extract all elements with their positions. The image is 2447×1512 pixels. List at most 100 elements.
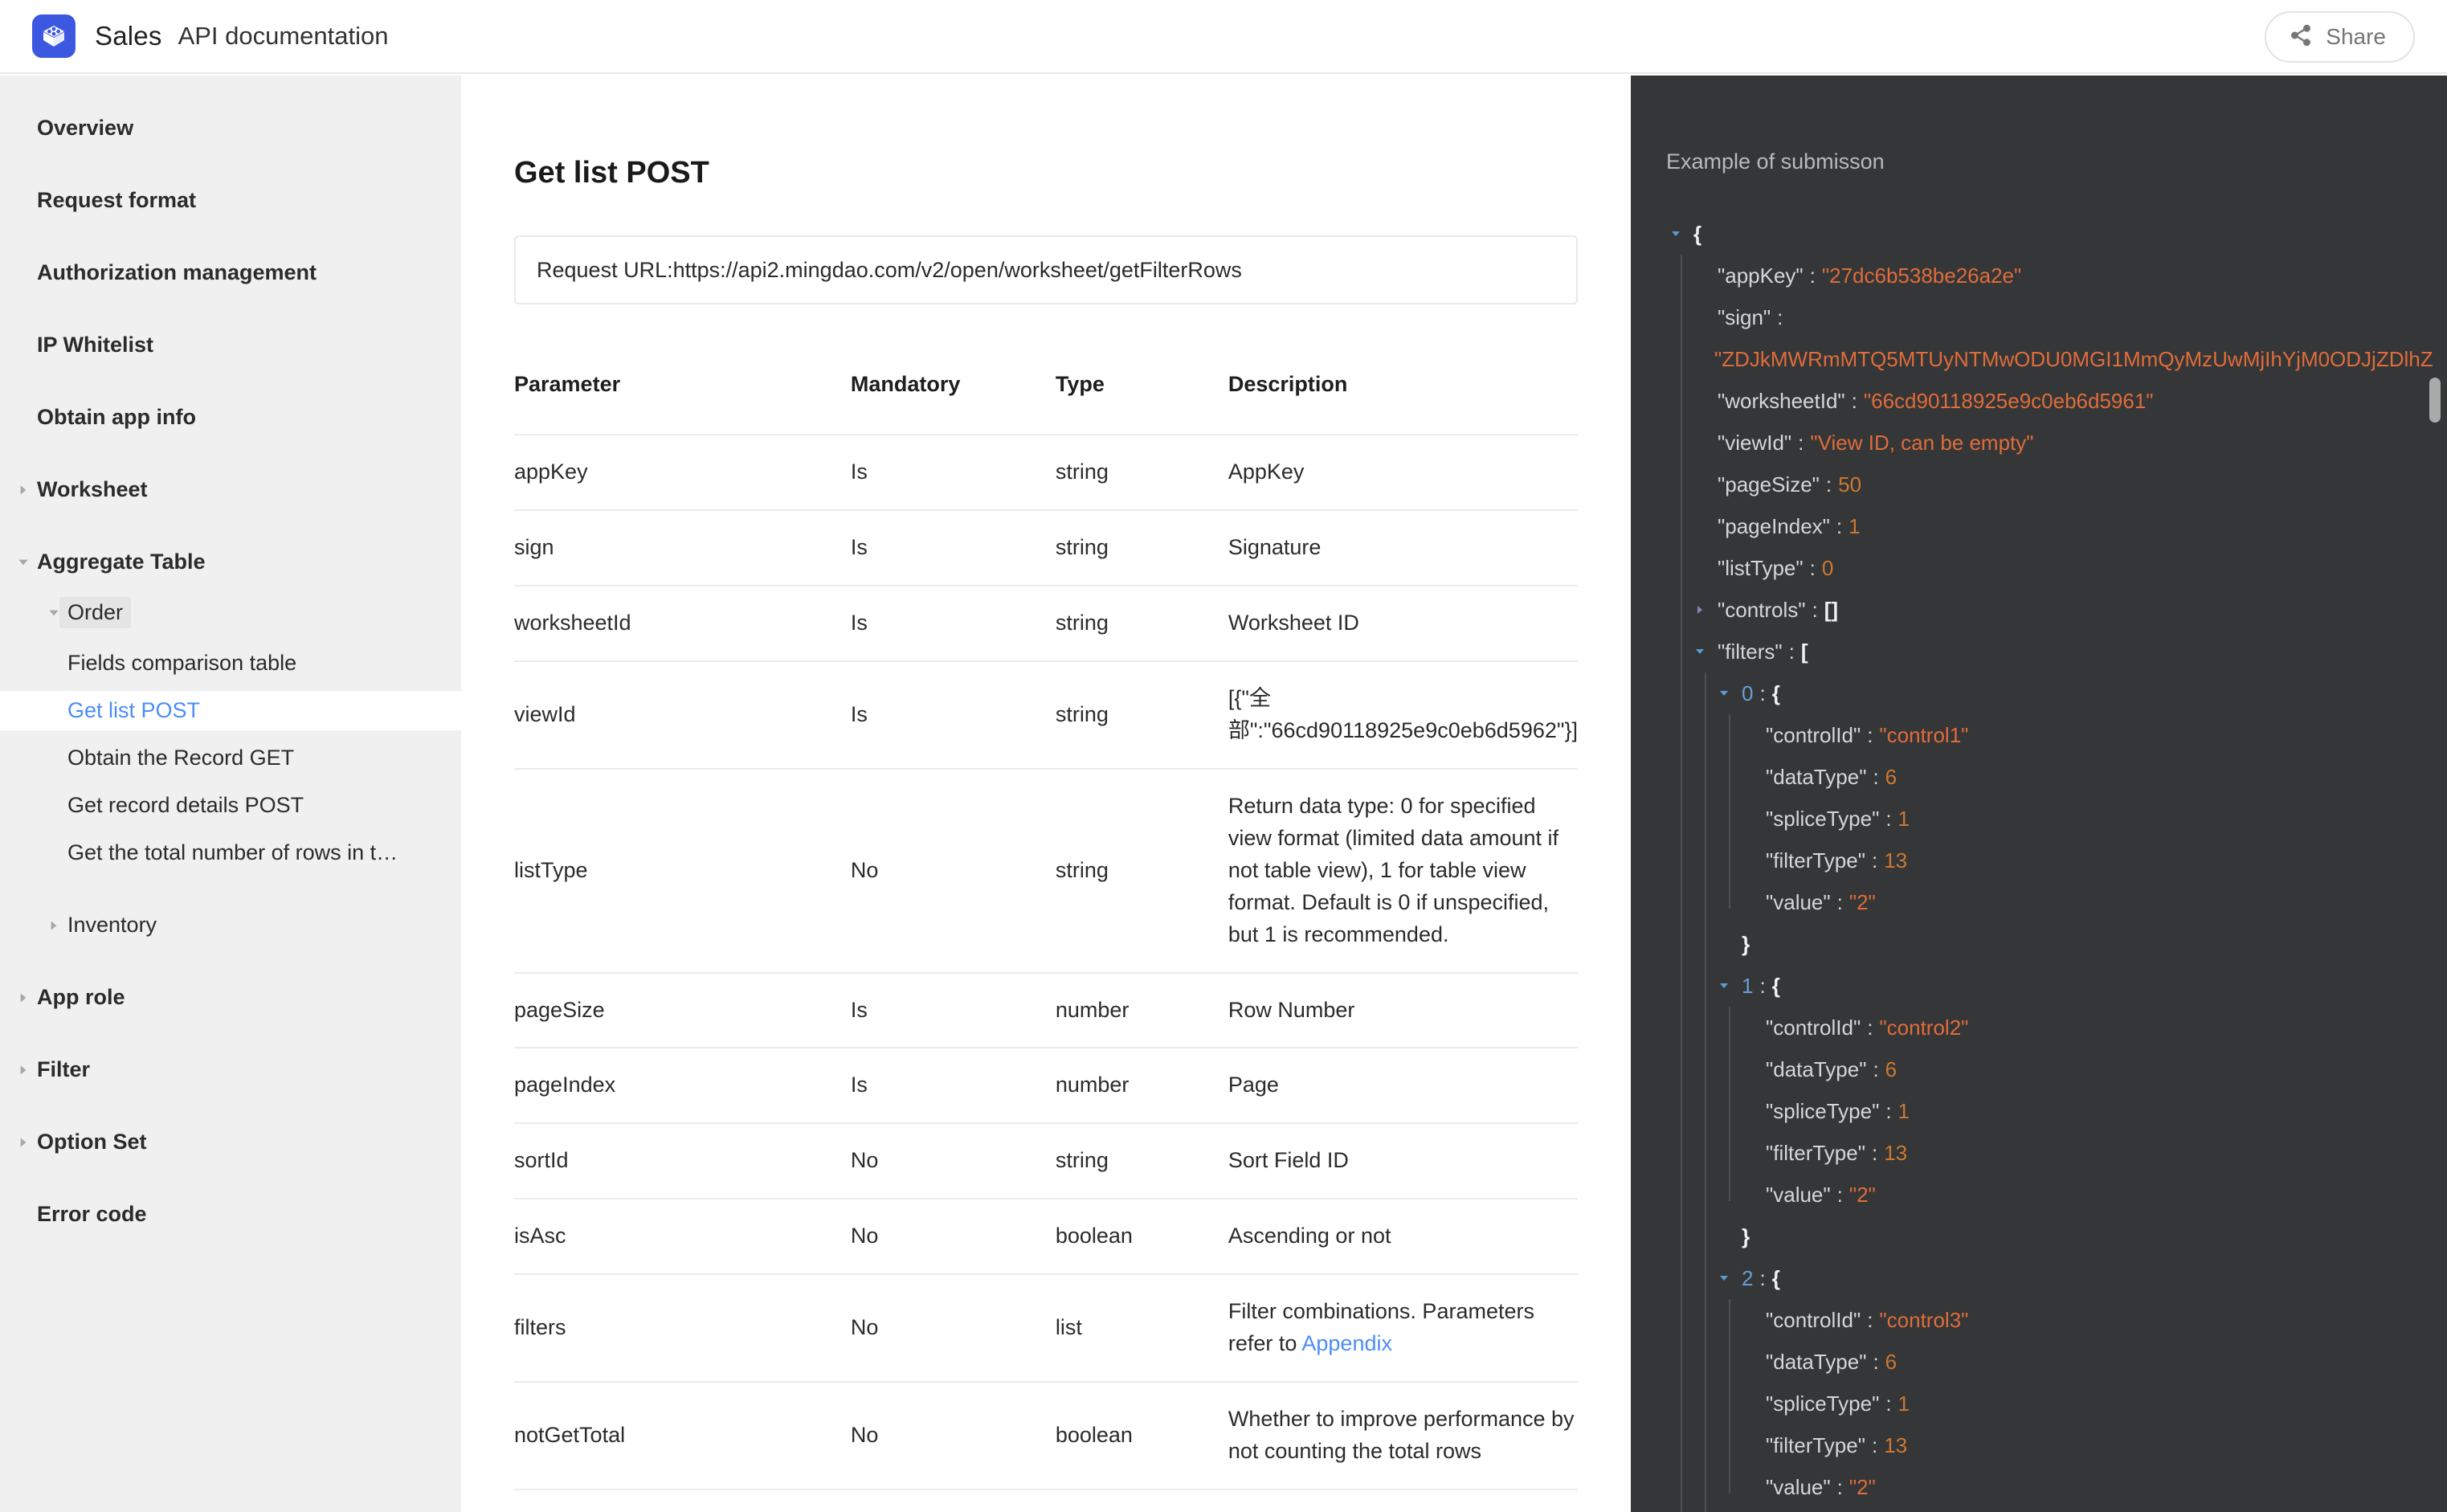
sidebar-item-aggregate-table[interactable]: Aggregate Table <box>0 542 461 582</box>
json-filter-value: "value": "2" <box>1669 1466 2447 1508</box>
brace-close: } <box>1742 932 1750 956</box>
json-colon: : <box>1836 1475 1843 1499</box>
chevron-down-icon[interactable] <box>1693 645 1718 658</box>
sidebar-item-option-set[interactable]: Option Set <box>0 1122 461 1162</box>
spliceType-key: "spliceType" <box>1766 807 1880 831</box>
sidebar-item-filter[interactable]: Filter <box>0 1050 461 1089</box>
app-name: Sales <box>95 21 162 51</box>
column-header-type: Type <box>1055 372 1228 435</box>
main-content: Get list POST Request URL:https://api2.m… <box>461 76 1631 1512</box>
chevron-down-icon[interactable] <box>1718 687 1742 700</box>
chevron-right-icon[interactable] <box>1693 603 1718 616</box>
controlId-key: "controlId" <box>1766 1015 1861 1040</box>
sidebar-nav[interactable]: Overview Request format Authorization mana… <box>0 76 461 1512</box>
sidebar-item-fields-comparison-table[interactable]: Fields comparison table <box>0 644 461 683</box>
sidebar-item-label: Request format <box>37 188 197 212</box>
chevron-right-icon[interactable] <box>10 1063 37 1077</box>
sidebar-item-authorization-management[interactable]: Authorization management <box>0 253 461 292</box>
sidebar-item-order[interactable]: Order <box>0 590 461 635</box>
chevron-right-icon[interactable] <box>40 918 67 933</box>
cell-description: [{"全部":"66cd90118925e9c0eb6d5962"}] <box>1228 660 1578 770</box>
cell-description: Ascending or not <box>1228 1199 1578 1276</box>
table-row: appKey Is string AppKey <box>514 435 1578 511</box>
cell-mandatory: No <box>850 1490 1056 1512</box>
appKey-value: "27dc6b538be26a2e" <box>1821 264 2022 288</box>
tree-guide-filter-object <box>1729 1299 1730 1494</box>
json-colon: : <box>1867 1308 1873 1332</box>
sidebar-item-label: Get record details POST <box>67 793 304 817</box>
json-filter-datatype: "dataType":6 <box>1669 1048 2447 1090</box>
value-value: "2" <box>1849 1183 1876 1207</box>
cell-type: number <box>1055 1048 1228 1125</box>
json-filter-open: 1:{ <box>1669 965 2447 1007</box>
filterType-value: 13 <box>1884 1141 1908 1165</box>
appendix-link[interactable]: Appendix <box>1301 1331 1392 1355</box>
pageIndex-value: 1 <box>1849 514 1861 538</box>
json-colon: : <box>1871 1141 1878 1165</box>
json-filter-filtertype: "filterType":13 <box>1669 840 2447 881</box>
sidebar-item-get-the-total-number-of-rows-in-t[interactable]: Get the total number of rows in t… <box>0 833 461 872</box>
filterType-key: "filterType" <box>1766 1141 1865 1165</box>
spliceType-value: 1 <box>1898 1391 1910 1416</box>
json-colon: : <box>1825 472 1832 497</box>
json-filter-close: } <box>1669 1216 2447 1257</box>
chevron-right-icon[interactable] <box>10 1135 37 1150</box>
json-filter-open: 2:{ <box>1669 1257 2447 1299</box>
json-example-panel: Example of submisson {"appKey": "27dc6b53… <box>1631 76 2447 1512</box>
description-text: [{"全部":"66cd90118925e9c0eb6d5962"}] <box>1228 685 1578 742</box>
sidebar-item-obtain-app-info[interactable]: Obtain app info <box>0 398 461 437</box>
top-bar: Sales API documentation Share <box>0 0 2447 74</box>
chevron-down-icon[interactable] <box>1718 1272 1742 1285</box>
json-line-sign-key: "sign": <box>1669 296 2447 338</box>
json-filter-splicetype: "spliceType":1 <box>1669 798 2447 840</box>
share-button[interactable]: Share <box>2265 11 2415 63</box>
chevron-down-icon[interactable] <box>10 555 37 570</box>
json-panel-scrollbar[interactable] <box>2429 378 2441 423</box>
table-row: isAsc No boolean Ascending or not <box>514 1199 1578 1276</box>
value-value: "2" <box>1849 1475 1876 1499</box>
sidebar-item-overview[interactable]: Overview <box>0 108 461 148</box>
json-line-viewid: "viewId": "View ID, can be empty" <box>1669 422 2447 464</box>
cell-mandatory: Is <box>850 972 1056 1049</box>
cell-type: string <box>1055 509 1228 586</box>
cell-mandatory: No <box>850 1199 1056 1276</box>
json-filter-close: } <box>1669 1508 2447 1512</box>
filter-index: 0 <box>1742 681 1754 705</box>
json-tree[interactable]: {"appKey": "27dc6b538be26a2e" "sign": "ZDJk… <box>1669 213 2447 1512</box>
request-url-box[interactable]: Request URL:https://api2.mingdao.com/v2/… <box>514 235 1578 304</box>
json-colon: : <box>1759 1266 1766 1290</box>
sidebar-item-obtain-the-record-get[interactable]: Obtain the Record GET <box>0 738 461 778</box>
sidebar-item-worksheet[interactable]: Worksheet <box>0 470 461 509</box>
sidebar-item-app-role[interactable]: App role <box>0 978 461 1017</box>
chevron-right-icon[interactable] <box>10 483 37 497</box>
sidebar-item-inventory[interactable]: Inventory <box>0 905 461 945</box>
listType-value: 0 <box>1821 556 1834 580</box>
chevron-right-icon[interactable] <box>10 991 37 1005</box>
brace-open: { <box>1771 681 1780 705</box>
table-row: notGetTotal No boolean Whether to improve p… <box>514 1382 1578 1491</box>
sidebar-item-label: Filter <box>37 1057 91 1081</box>
cell-type: string <box>1055 585 1228 662</box>
dataType-value: 6 <box>1885 765 1898 789</box>
chevron-down-icon[interactable] <box>1718 979 1742 992</box>
chevron-down-icon[interactable] <box>1669 227 1693 240</box>
sidebar-item-get-list-post[interactable]: Get list POST <box>0 691 461 730</box>
json-line-controls: "controls":[] <box>1669 589 2447 631</box>
share-icon <box>2289 23 2313 51</box>
appKey-key: "appKey" <box>1718 264 1804 288</box>
sidebar-item-ip-whitelist[interactable]: IP Whitelist <box>0 325 461 365</box>
worksheetId-value: "66cd90118925e9c0eb6d5961" <box>1863 389 2154 413</box>
value-value: "2" <box>1849 890 1876 914</box>
sidebar-item-get-record-details-post[interactable]: Get record details POST <box>0 786 461 825</box>
sidebar-item-request-format[interactable]: Request format <box>0 181 461 220</box>
json-colon: : <box>1873 765 1879 789</box>
cell-mandatory: No <box>850 1382 1056 1491</box>
json-colon: : <box>1836 890 1843 914</box>
brace-open: { <box>1771 974 1780 998</box>
json-line-filters: "filters":[ <box>1669 631 2447 672</box>
sidebar-item-error-code[interactable]: Error code <box>0 1195 461 1234</box>
